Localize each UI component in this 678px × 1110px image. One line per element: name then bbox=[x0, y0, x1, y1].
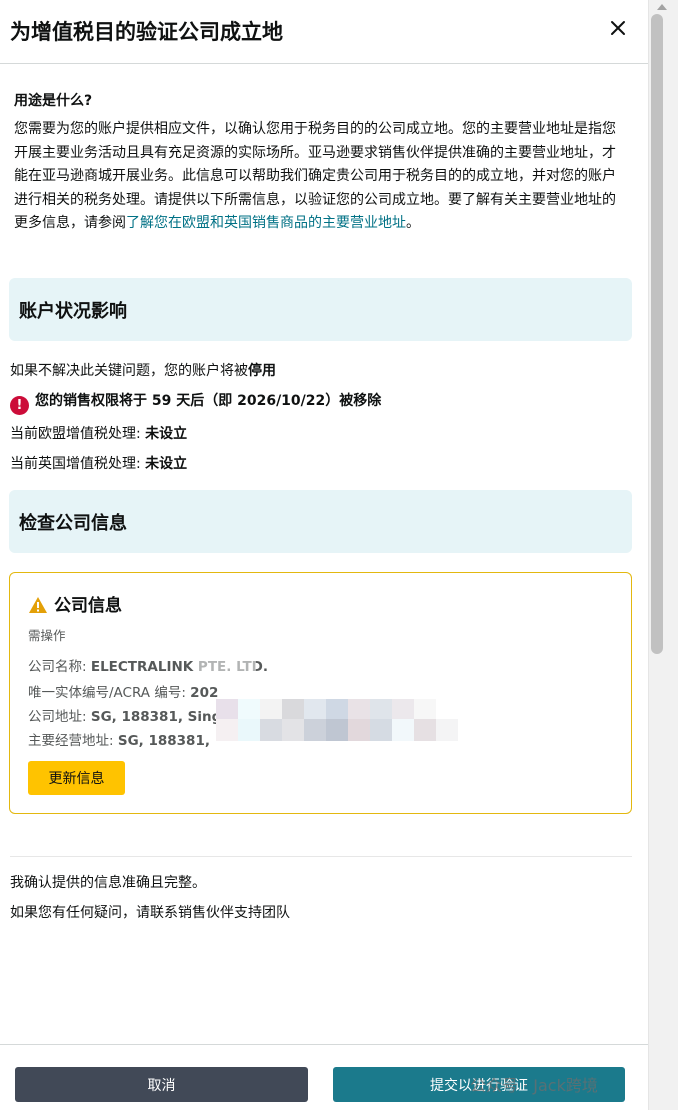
error-icon: ! bbox=[10, 396, 29, 415]
dialog-footer: 取消 提交以进行验证 bbox=[0, 1044, 648, 1110]
dialog-title: 为增值税目的验证公司成立地 bbox=[10, 20, 283, 44]
company-info-title: 公司信息 bbox=[28, 591, 122, 616]
warning-icon bbox=[29, 597, 47, 613]
company-info-title-text: 公司信息 bbox=[54, 596, 122, 616]
uk-vat-status: 当前英国增值税处理: 未设立 bbox=[10, 453, 187, 473]
cancel-button[interactable]: 取消 bbox=[15, 1067, 308, 1102]
confirm-text: 我确认提供的信息准确且完整。 bbox=[10, 875, 206, 891]
uk-vat-label: 当前英国增值税处理: bbox=[10, 456, 146, 472]
company-info-card: 公司信息 需操作 公司名称: ELECTRALINK PTE. LTD. 唯一实… bbox=[9, 572, 632, 814]
scroll-up-arrow-icon[interactable] bbox=[657, 4, 667, 10]
main-business-address-link[interactable]: 了解您在欧盟和英国销售商品的主要营业地址 bbox=[126, 215, 406, 231]
scrollbar[interactable] bbox=[648, 0, 678, 1110]
uen-field: 唯一实体编号/ACRA 编号: 202 bbox=[28, 681, 218, 701]
purpose-heading: 用途是什么? bbox=[14, 93, 93, 109]
account-impact-heading: 账户状况影响 bbox=[19, 301, 127, 322]
check-company-heading: 检查公司信息 bbox=[19, 513, 127, 534]
eu-vat-status: 当前欧盟增值税处理: 未设立 bbox=[10, 423, 187, 443]
action-required-status: 需操作 bbox=[28, 628, 66, 643]
removal-notice-text: 您的销售权限将于 59 天后（即 2026/10/22）被移除 bbox=[35, 393, 382, 409]
main-address-field: 主要经营地址: SG, 188381, bbox=[28, 729, 210, 749]
main-address-value: SG, 188381, bbox=[117, 733, 210, 749]
update-info-button[interactable]: 更新信息 bbox=[28, 761, 125, 795]
scrollbar-thumb[interactable] bbox=[651, 14, 663, 654]
eu-vat-value: 未设立 bbox=[145, 426, 188, 442]
deactivation-warning-bold: 停用 bbox=[248, 363, 276, 379]
submit-verification-button[interactable]: 提交以进行验证 bbox=[333, 1067, 625, 1102]
eu-vat-label: 当前欧盟增值税处理: bbox=[10, 426, 146, 442]
account-impact-banner: 账户状况影响 bbox=[9, 278, 632, 341]
company-address-value: SG, 188381, Sing bbox=[90, 709, 222, 725]
close-icon bbox=[611, 21, 625, 35]
uen-value: 202 bbox=[190, 685, 219, 701]
deactivation-warning: 如果不解决此关键问题，您的账户将被停用 bbox=[10, 360, 276, 380]
purpose-end: 。 bbox=[406, 215, 420, 231]
divider bbox=[10, 856, 632, 857]
contact-text: 如果您有任何疑问，请联系销售伙伴支持团队 bbox=[10, 905, 290, 921]
deactivation-warning-text: 如果不解决此关键问题，您的账户将被 bbox=[10, 363, 248, 379]
close-button[interactable] bbox=[606, 16, 630, 40]
company-address-label: 公司地址: bbox=[28, 709, 91, 725]
check-company-banner: 检查公司信息 bbox=[9, 490, 632, 553]
company-name-label: 公司名称: bbox=[28, 659, 91, 675]
vat-verification-dialog: 为增值税目的验证公司成立地 用途是什么? 您需要为您的账户提供相应文件，以确认您… bbox=[0, 0, 648, 1110]
removal-notice: ! 您的销售权限将于 59 天后（即 2026/10/22）被移除 bbox=[4, 390, 381, 415]
uk-vat-value: 未设立 bbox=[145, 456, 188, 472]
purpose-text: 您需要为您的账户提供相应文件，以确认您用于税务目的的公司成立地。您的主要营业地址… bbox=[14, 118, 618, 236]
main-address-label: 主要经营地址: bbox=[28, 733, 118, 749]
company-address-field: 公司地址: SG, 188381, Sing bbox=[28, 705, 221, 725]
uen-label: 唯一实体编号/ACRA 编号: bbox=[28, 685, 191, 701]
dialog-header: 为增值税目的验证公司成立地 bbox=[0, 0, 648, 64]
